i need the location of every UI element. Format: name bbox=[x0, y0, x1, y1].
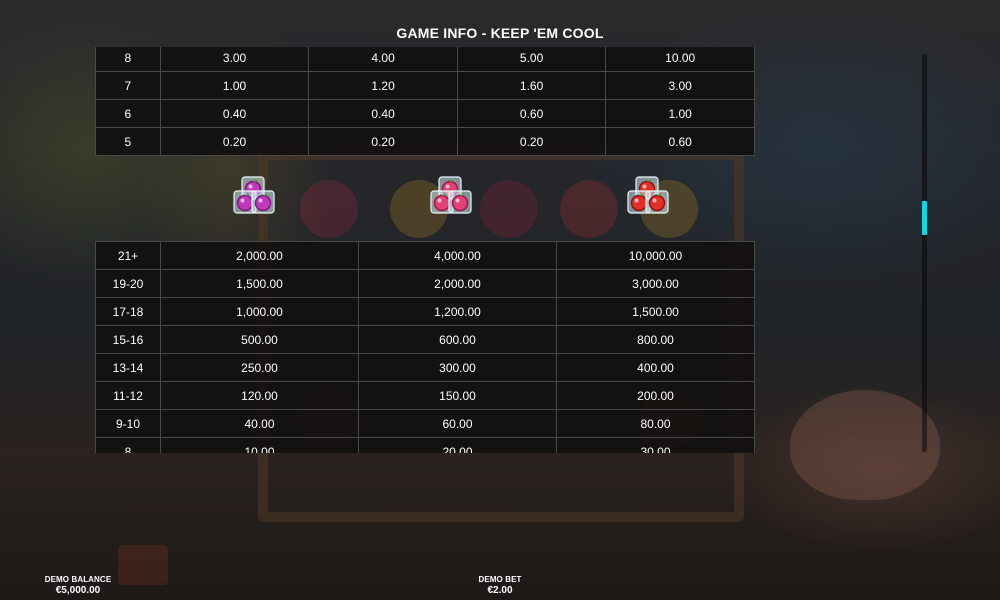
table-row: 9-10 40.00 60.00 80.00 bbox=[95, 409, 755, 438]
payout-cell: 10.00 bbox=[605, 47, 755, 72]
table-row: 15-16 500.00 600.00 800.00 bbox=[95, 325, 755, 354]
row-label: 15-16 bbox=[95, 325, 161, 354]
payout-cell: 800.00 bbox=[556, 325, 755, 354]
table-row: 13-14 250.00 300.00 400.00 bbox=[95, 353, 755, 382]
row-label: 17-18 bbox=[95, 297, 161, 326]
row-label: 21+ bbox=[95, 241, 161, 270]
table-row: 8 3.00 4.00 5.00 10.00 bbox=[95, 47, 755, 72]
table-row: 5 0.20 0.20 0.20 0.60 bbox=[95, 127, 755, 156]
payout-cell: 600.00 bbox=[358, 325, 557, 354]
bet-label: DEMO BET bbox=[478, 575, 522, 584]
payout-cell: 0.40 bbox=[159, 99, 310, 128]
balance-label: DEMO BALANCE bbox=[44, 575, 112, 584]
payout-cell: 30.00 bbox=[556, 437, 755, 453]
table-row: 17-18 1,000.00 1,200.00 1,500.00 bbox=[95, 297, 755, 326]
background-sign bbox=[118, 545, 168, 585]
payout-cell: 1.20 bbox=[308, 71, 458, 100]
paytable-top: 8 3.00 4.00 5.00 10.00 7 1.00 1.20 1.60 … bbox=[95, 47, 755, 156]
table-row: 19-20 1,500.00 2,000.00 3,000.00 bbox=[95, 269, 755, 298]
table-row: 8 10.00 20.00 30.00 bbox=[95, 437, 755, 453]
payout-cell: 2,000.00 bbox=[358, 269, 557, 298]
strawberries-icon bbox=[627, 176, 669, 214]
payout-cell: 1,500.00 bbox=[556, 297, 755, 326]
payout-cell: 0.20 bbox=[456, 127, 607, 156]
page-title: GAME INFO - KEEP 'EM COOL bbox=[396, 25, 604, 41]
payout-cell: 120.00 bbox=[160, 381, 359, 410]
table-row: 7 1.00 1.20 1.60 3.00 bbox=[95, 71, 755, 100]
payout-cell: 3.00 bbox=[159, 47, 310, 72]
row-label: 7 bbox=[95, 71, 161, 100]
payout-cell: 10,000.00 bbox=[556, 241, 755, 270]
paytable-content[interactable]: 8 3.00 4.00 5.00 10.00 7 1.00 1.20 1.60 … bbox=[95, 47, 755, 453]
payout-cell: 5.00 bbox=[456, 47, 607, 72]
row-label: 5 bbox=[95, 127, 161, 156]
symbol-header-row bbox=[95, 173, 755, 219]
payout-cell: 0.20 bbox=[159, 127, 310, 156]
row-label: 8 bbox=[95, 47, 161, 72]
table-row: 6 0.40 0.40 0.60 1.00 bbox=[95, 99, 755, 128]
row-label: 8 bbox=[95, 437, 161, 453]
payout-cell: 2,000.00 bbox=[160, 241, 359, 270]
payout-cell: 1,500.00 bbox=[160, 269, 359, 298]
payout-cell: 400.00 bbox=[556, 353, 755, 382]
table-row: 21+ 2,000.00 4,000.00 10,000.00 bbox=[95, 241, 755, 270]
bet-value: €2.00 bbox=[487, 585, 513, 596]
plums-icon bbox=[233, 176, 275, 214]
payout-cell: 1.00 bbox=[159, 71, 310, 100]
payout-cell: 4,000.00 bbox=[358, 241, 557, 270]
payout-cell: 0.60 bbox=[605, 127, 755, 156]
payout-cell: 1.60 bbox=[456, 71, 607, 100]
row-label: 19-20 bbox=[95, 269, 161, 298]
payout-cell: 10.00 bbox=[160, 437, 359, 453]
payout-cell: 4.00 bbox=[308, 47, 458, 72]
payout-cell: 20.00 bbox=[358, 437, 557, 453]
balance-value: €5,000.00 bbox=[55, 585, 101, 596]
scrollbar-track[interactable] bbox=[922, 54, 927, 452]
payout-cell: 250.00 bbox=[160, 353, 359, 382]
payout-cell: 60.00 bbox=[358, 409, 557, 438]
payout-cell: 300.00 bbox=[358, 353, 557, 382]
payout-cell: 80.00 bbox=[556, 409, 755, 438]
payout-cell: 1,000.00 bbox=[160, 297, 359, 326]
payout-cell: 200.00 bbox=[556, 381, 755, 410]
payout-cell: 150.00 bbox=[358, 381, 557, 410]
payout-cell: 0.40 bbox=[308, 99, 458, 128]
row-label: 11-12 bbox=[95, 381, 161, 410]
row-label: 13-14 bbox=[95, 353, 161, 382]
paytable-bottom: 21+ 2,000.00 4,000.00 10,000.00 19-20 1,… bbox=[95, 241, 755, 453]
payout-cell: 1.00 bbox=[605, 99, 755, 128]
demo-bet: DEMO BET €2.00 bbox=[470, 576, 530, 596]
payout-cell: 40.00 bbox=[160, 409, 359, 438]
table-row: 11-12 120.00 150.00 200.00 bbox=[95, 381, 755, 410]
row-label: 9-10 bbox=[95, 409, 161, 438]
payout-cell: 3.00 bbox=[605, 71, 755, 100]
mascot-character bbox=[790, 390, 940, 500]
payout-cell: 1,200.00 bbox=[358, 297, 557, 326]
scrollbar-thumb[interactable] bbox=[922, 201, 927, 235]
raspberries-icon bbox=[430, 176, 472, 214]
payout-cell: 0.60 bbox=[456, 99, 607, 128]
payout-cell: 500.00 bbox=[160, 325, 359, 354]
row-label: 6 bbox=[95, 99, 161, 128]
demo-balance: DEMO BALANCE €5,000.00 bbox=[42, 576, 114, 596]
payout-cell: 3,000.00 bbox=[556, 269, 755, 298]
payout-cell: 0.20 bbox=[308, 127, 458, 156]
